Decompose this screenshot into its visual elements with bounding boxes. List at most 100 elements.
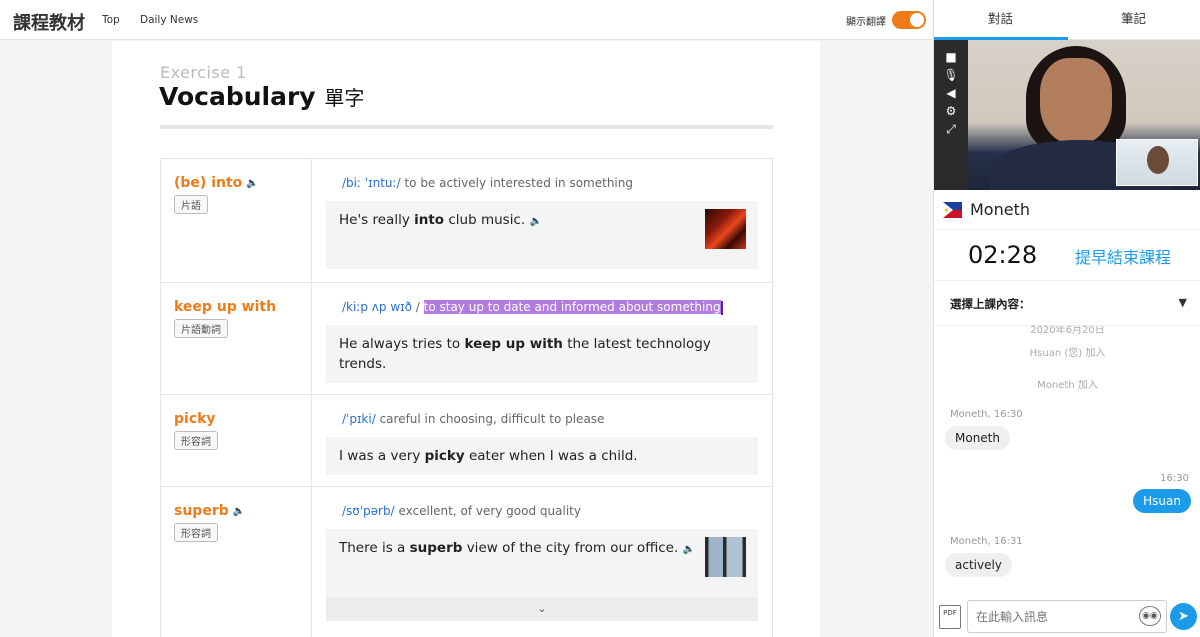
vocab-detail-cell: /kiːp ʌp wɪð / to stay up to date and in… <box>312 283 772 394</box>
exercise-title: Vocabulary 單字 <box>159 82 364 111</box>
vocab-row: (be) into 🔈 片語 /biː ˈɪntuː/ to be activel… <box>160 159 773 283</box>
example-keyword: into <box>414 212 445 228</box>
vocab-term-cell: keep up with 片語動詞 <box>161 283 312 394</box>
vocab-detail-cell: /ˈpɪki/ careful in choosing, difficult t… <box>312 395 772 486</box>
definition: excellent, of very good quality <box>398 504 581 518</box>
translate-toggle-label: 顯示翻譯 <box>846 16 886 28</box>
vocab-word: (be) into 🔈 <box>174 175 311 191</box>
vocab-term-cell: (be) into 🔈 片語 <box>161 159 312 282</box>
fullscreen-icon[interactable]: ⤢ <box>942 122 960 136</box>
example-sentence: He's really into club music. 🔈 <box>326 201 758 269</box>
highlighted-definition[interactable]: to stay up to date and informed about so… <box>423 300 721 314</box>
speaker-icon[interactable]: 🔈 <box>529 216 541 227</box>
toggle-knob <box>910 13 924 27</box>
nav-link-daily-news[interactable]: Daily News <box>140 14 198 26</box>
owl-icon[interactable]: ◉◉ <box>1139 606 1161 626</box>
part-of-speech-badge: 形容詞 <box>174 431 218 450</box>
definition-line: /biː ˈɪntuː/ to be actively interested i… <box>326 175 758 191</box>
message-meta: Moneth, 16:30 <box>950 409 1023 420</box>
message-meta: Moneth, 16:31 <box>950 536 1023 547</box>
content-select-label: 選擇上課內容： <box>950 297 1031 311</box>
vocab-term-cell: superb 🔈 形容詞 <box>161 487 312 637</box>
speaker-icon[interactable]: 🔈 <box>683 544 695 555</box>
speaker-icon[interactable]: ◀ <box>942 86 960 100</box>
message-meta: 16:30 <box>1160 473 1189 484</box>
exercise-title-zh: 單字 <box>324 86 365 110</box>
example-text: I was a very <box>339 448 425 464</box>
chat-bubble-outgoing: Hsuan <box>1133 489 1191 513</box>
chat-bubble-incoming: Moneth <box>945 426 1010 450</box>
system-message: Hsuan (您) 加入 <box>1029 348 1106 359</box>
tutor-video <box>968 40 1200 190</box>
message-input[interactable] <box>967 600 1167 633</box>
vocab-row: superb 🔈 形容詞 /sʊˈpərb/ excellent, of very… <box>160 487 773 637</box>
chat-date: 2020年6月20日 <box>1030 326 1105 336</box>
example-keyword: keep up with <box>464 336 563 352</box>
pdf-attach-icon[interactable]: PDF <box>939 605 961 629</box>
vocab-word-text: (be) into <box>174 175 243 191</box>
expand-button[interactable]: ⌄ <box>326 597 758 621</box>
gear-icon[interactable]: ⚙ <box>942 104 960 118</box>
nav-link-top[interactable]: Top <box>102 14 120 26</box>
chat-log: 2020年6月20日 Hsuan (您) 加入 Moneth 加入 Moneth… <box>934 326 1200 596</box>
vocab-table: (be) into 🔈 片語 /biː ˈɪntuː/ to be activel… <box>160 158 773 637</box>
video-area: ■ 🎙 ◀ ⚙ ⤢ <box>934 40 1200 190</box>
class-timer: 02:28 <box>968 241 1038 269</box>
chevron-down-icon: ⌄ <box>537 602 547 615</box>
definition-line: /sʊˈpərb/ excellent, of very good qualit… <box>326 503 758 519</box>
exercise-label: Exercise 1 <box>160 63 247 82</box>
vocab-word-text: superb <box>174 503 229 519</box>
city-image[interactable] <box>705 537 746 577</box>
message-composer: PDF ◉◉ ➤ <box>934 597 1200 637</box>
vocab-detail-cell: /sʊˈpərb/ excellent, of very good qualit… <box>312 487 772 637</box>
chat-bubble-incoming: actively <box>945 553 1012 577</box>
vocab-row: keep up with 片語動詞 /kiːp ʌp wɪð / to stay… <box>160 283 773 395</box>
side-panel: 對話 筆記 ■ 🎙 ◀ ⚙ ⤢ Moneth 02:28 提早結束課程 選擇上課… <box>933 0 1200 637</box>
example-sentence: There is a superb view of the city from … <box>326 529 758 597</box>
definition-line: /kiːp ʌp wɪð / to stay up to date and in… <box>342 300 723 315</box>
fire-image[interactable] <box>705 209 746 249</box>
pronunciation: /biː ˈɪntuː/ <box>342 176 401 190</box>
end-class-button[interactable]: 提早結束課程 <box>1075 244 1171 268</box>
part-of-speech-badge: 片語 <box>174 195 208 214</box>
speaker-icon[interactable]: 🔈 <box>233 506 245 517</box>
exercise-title-en: Vocabulary <box>159 82 316 111</box>
camera-icon[interactable]: ■ <box>942 50 960 64</box>
tab-notes[interactable]: 筆記 <box>1067 0 1200 39</box>
translate-toggle[interactable] <box>892 11 926 29</box>
content-select[interactable]: 選擇上課內容： ▼ <box>934 280 1200 326</box>
example-keyword: picky <box>424 448 465 464</box>
tutor-face <box>1040 58 1112 144</box>
vocab-word-text: picky <box>174 411 216 427</box>
part-of-speech-badge: 片語動詞 <box>174 319 228 338</box>
system-message: Moneth 加入 <box>1037 380 1098 391</box>
text-cursor <box>720 300 723 315</box>
philippines-flag-icon <box>943 202 962 218</box>
example-sentence: I was a very picky eater when I was a ch… <box>326 437 758 475</box>
self-face <box>1147 146 1169 174</box>
vocab-word: superb 🔈 <box>174 503 311 519</box>
self-video-thumbnail[interactable] <box>1116 139 1198 186</box>
translate-toggle-group: 顯示翻譯 <box>846 11 926 29</box>
lesson-content: Exercise 1 Vocabulary 單字 (be) into 🔈 片語 /… <box>112 41 820 637</box>
example-text: club music. <box>444 212 526 228</box>
definition: to be actively interested in something <box>404 176 633 190</box>
definition-line: /ˈpɪki/ careful in choosing, difficult t… <box>326 411 758 427</box>
caret-down-icon[interactable]: ▼ <box>1179 296 1187 309</box>
tab-chat[interactable]: 對話 <box>934 0 1067 39</box>
example-keyword: superb <box>409 540 463 556</box>
send-icon: ➤ <box>1178 609 1189 624</box>
microphone-icon[interactable]: 🎙 <box>942 68 960 82</box>
pronunciation: /kiːp ʌp wɪð <box>342 300 412 314</box>
vocab-word: picky <box>174 411 311 427</box>
pronunciation: /ˈpɪki/ <box>342 412 376 426</box>
example-text: view of the city from our office. <box>462 540 679 556</box>
example-text: He always tries to <box>339 336 465 352</box>
vocab-word: keep up with <box>174 299 311 315</box>
send-button[interactable]: ➤ <box>1170 603 1197 630</box>
tutor-name: Moneth <box>970 200 1030 219</box>
title-divider <box>160 125 773 129</box>
vocab-word-text: keep up with <box>174 299 277 315</box>
speaker-icon[interactable]: 🔈 <box>246 178 258 189</box>
pronunciation: /sʊˈpərb/ <box>342 504 395 518</box>
